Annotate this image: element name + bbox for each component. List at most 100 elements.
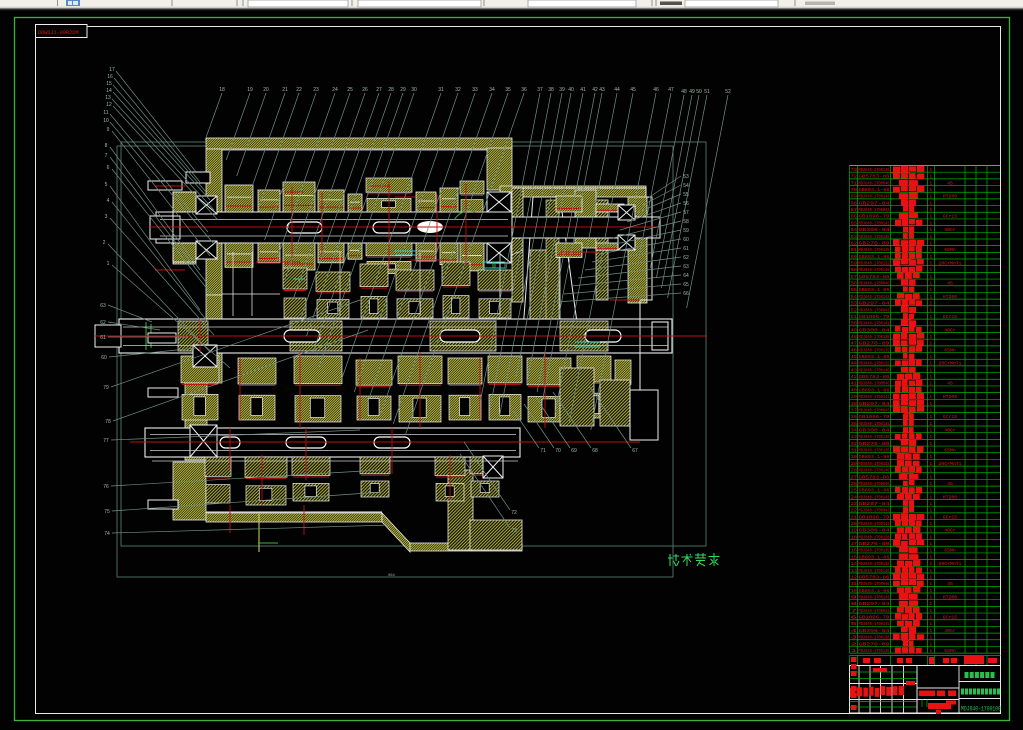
svg-text:45: 45 (851, 354, 858, 360)
svg-text:57: 57 (683, 210, 689, 216)
svg-text:MDJ840-1700043: MDJ840-1700043 (859, 407, 890, 413)
svg-text:1: 1 (930, 568, 933, 574)
svg-text:1: 1 (930, 441, 933, 447)
svg-text:7: 7 (105, 153, 108, 159)
svg-text:40: 40 (851, 387, 858, 393)
svg-text:17: 17 (851, 541, 858, 547)
svg-text:1: 1 (930, 200, 933, 206)
svg-text:1: 1 (930, 528, 933, 534)
svg-text:4: 4 (851, 628, 858, 634)
svg-text:32: 32 (455, 87, 461, 93)
svg-text:40Cr: 40Cr (944, 628, 956, 634)
svg-text:1: 1 (930, 514, 933, 520)
svg-text:1: 1 (930, 621, 933, 627)
svg-text:63: 63 (851, 234, 858, 240)
svg-text:30: 30 (411, 87, 417, 93)
svg-text:47: 47 (851, 341, 858, 347)
svg-text:1: 1 (930, 481, 933, 487)
svg-text:52: 52 (725, 89, 731, 95)
svg-text:1: 1 (930, 454, 933, 460)
svg-text:GB297-84: GB297-84 (859, 501, 890, 507)
svg-text:69: 69 (851, 194, 858, 200)
svg-text:75: 75 (104, 509, 110, 515)
svg-text:1: 1 (930, 247, 933, 253)
svg-text:9: 9 (107, 127, 110, 133)
svg-text:31: 31 (438, 87, 444, 93)
svg-text:1: 1 (930, 521, 933, 527)
svg-text:61: 61 (851, 247, 858, 253)
svg-text:35: 35 (851, 421, 858, 427)
svg-text:1: 1 (930, 220, 933, 226)
svg-text:53: 53 (683, 174, 689, 180)
svg-text:1: 1 (107, 261, 110, 267)
svg-text:GB5783-86: GB5783-86 (859, 274, 890, 280)
svg-text:4: 4 (107, 198, 110, 204)
svg-text:GB893.1-86: GB893.1-86 (859, 454, 890, 460)
svg-text:50: 50 (696, 89, 702, 95)
svg-text:1: 1 (930, 635, 933, 641)
svg-text:18: 18 (219, 87, 225, 93)
svg-text:MDJ840-1700046: MDJ840-1700046 (859, 180, 890, 186)
svg-text:1: 1 (930, 448, 933, 454)
svg-text:39: 39 (851, 394, 858, 400)
svg-text:1: 1 (930, 194, 933, 200)
svg-text:40: 40 (568, 87, 574, 93)
svg-text:28: 28 (388, 87, 394, 93)
svg-text:20CrMnTi: 20CrMnTi (938, 261, 961, 267)
svg-text:38: 38 (851, 401, 858, 407)
svg-text:GB276-89: GB276-89 (859, 341, 890, 347)
svg-text:MDJ840-1700141: MDJ840-1700141 (859, 521, 890, 527)
svg-text:51: 51 (704, 89, 710, 95)
svg-text:1: 1 (930, 468, 933, 474)
svg-text:1: 1 (930, 541, 933, 547)
svg-text:54: 54 (683, 183, 689, 189)
svg-text:MDJ840-1700146: MDJ840-1700146 (859, 568, 890, 574)
svg-text:40Cr: 40Cr (944, 327, 956, 333)
svg-text:13: 13 (851, 568, 858, 574)
svg-text:19: 19 (851, 528, 858, 534)
svg-text:MDJ840-1700135: MDJ840-1700135 (859, 448, 890, 454)
svg-text:MDJ840-1700043: MDJ840-1700043 (859, 207, 890, 213)
svg-text:GB893.1-86: GB893.1-86 (859, 387, 890, 393)
svg-text:62: 62 (100, 320, 106, 326)
svg-text:1: 1 (930, 180, 933, 186)
svg-text:1: 1 (930, 615, 933, 621)
svg-text:71: 71 (540, 448, 546, 454)
svg-text:56: 56 (683, 201, 689, 207)
svg-text:MDJ840-1700141: MDJ840-1700141 (859, 621, 890, 627)
svg-text:1: 1 (930, 367, 933, 373)
svg-text:65Mn: 65Mn (944, 448, 956, 454)
svg-text:68: 68 (851, 200, 858, 206)
svg-text:1: 1 (930, 274, 933, 280)
svg-text:23: 23 (313, 87, 319, 93)
svg-text:20: 20 (263, 87, 269, 93)
svg-text:72: 72 (851, 174, 858, 180)
svg-text:27: 27 (851, 474, 858, 480)
svg-text:1: 1 (930, 601, 933, 607)
svg-text:1: 1 (930, 327, 933, 333)
svg-text:GB308-84: GB308-84 (859, 227, 890, 233)
svg-text:23: 23 (851, 501, 858, 507)
svg-text:60: 60 (101, 355, 107, 361)
svg-text:GB5783-86: GB5783-86 (859, 374, 890, 380)
svg-text:25: 25 (347, 87, 353, 93)
svg-text:8: 8 (851, 601, 858, 607)
svg-text:MDJ840-1700135: MDJ840-1700135 (859, 247, 890, 253)
svg-text:72: 72 (511, 510, 517, 516)
svg-text:MDJ840-1700046: MDJ840-1700046 (859, 281, 890, 287)
svg-text:54: 54 (851, 294, 858, 300)
svg-text:MDJ840-1700132: MDJ840-1700132 (859, 361, 890, 367)
svg-text:43: 43 (851, 367, 858, 373)
svg-text:GB5783-86: GB5783-86 (859, 574, 890, 580)
svg-text:MDJ840-1700132: MDJ840-1700132 (859, 261, 890, 267)
svg-text:GB276-89: GB276-89 (859, 441, 890, 447)
svg-text:GB1096-79: GB1096-79 (859, 414, 890, 420)
svg-text:1: 1 (930, 434, 933, 440)
svg-text:12: 12 (851, 574, 858, 580)
svg-text:1: 1 (930, 588, 933, 594)
svg-text:36: 36 (521, 87, 527, 93)
svg-text:6: 6 (851, 615, 858, 621)
svg-text:1: 1 (930, 294, 933, 300)
svg-text:22: 22 (851, 508, 858, 514)
svg-text:1: 1 (930, 227, 933, 233)
